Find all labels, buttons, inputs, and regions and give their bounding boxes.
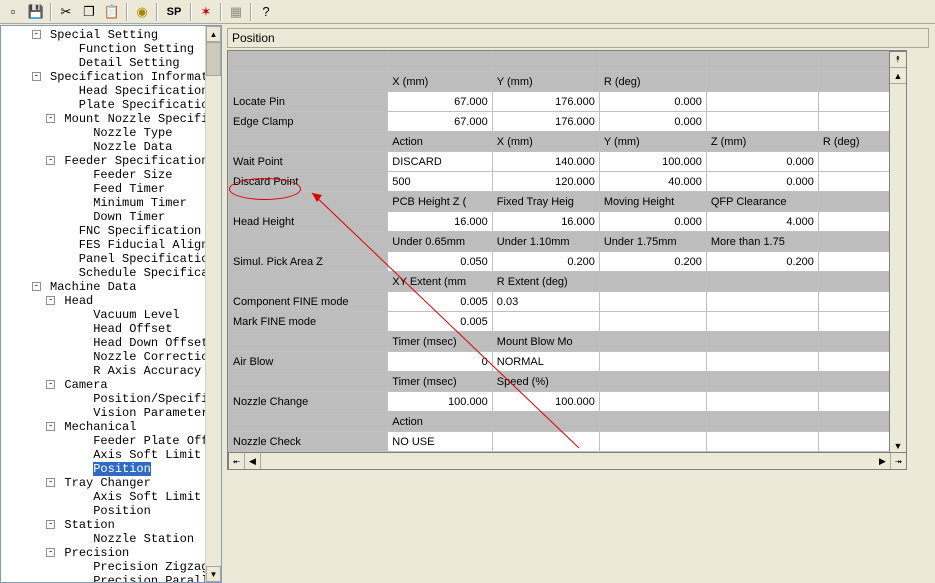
tree-item[interactable]: - Station (1, 518, 205, 532)
expand-toggle-icon[interactable]: - (46, 478, 55, 487)
grid-icon[interactable]: ▦ (225, 2, 247, 22)
col-header: X (mm) (388, 72, 493, 92)
expand-toggle-icon[interactable]: - (46, 114, 55, 123)
tree-item[interactable]: Axis Soft Limit (1, 490, 205, 504)
tree-item[interactable]: Schedule Specification (1, 266, 205, 280)
expand-toggle-icon[interactable]: - (32, 282, 41, 291)
tree-item[interactable]: - Head (1, 294, 205, 308)
main-toolbar: ▫ 💾 ✂ ❐ 📋 ◉ SP ✶ ▦ ? (0, 0, 935, 24)
tree-item[interactable]: Feed Timer (1, 182, 205, 196)
tree-item[interactable]: Feeder Size (1, 168, 205, 182)
arrow-left-full-icon[interactable]: ⯬ (229, 453, 245, 469)
tree-item[interactable]: Position/Specificatio (1, 392, 205, 406)
tree-item[interactable]: Down Timer (1, 210, 205, 224)
position-grid[interactable]: X (mm) Y (mm) R (deg) Locate Pin 67.000 … (227, 50, 907, 470)
tree-item[interactable]: Precision Parallel (1, 574, 205, 582)
tree-item[interactable]: - Machine Data (1, 280, 205, 294)
cut-icon[interactable]: ✂ (55, 2, 77, 22)
tree-item[interactable]: Head Offset (1, 322, 205, 336)
expand-toggle-icon[interactable]: - (46, 422, 55, 431)
expand-toggle-icon[interactable]: - (46, 520, 55, 529)
arrow-right-full-icon[interactable]: ⯮ (891, 453, 907, 469)
grid-vscroll[interactable]: ⯭ ▲ ▼ ⯯ (889, 51, 907, 470)
save-icon[interactable]: 💾 (25, 2, 47, 22)
nav-tree: - Special Setting Function Setting Detai… (0, 25, 222, 583)
tree-item[interactable]: Vision Parameter (1, 406, 205, 420)
tree-item[interactable]: - Precision (1, 546, 205, 560)
tree-item[interactable]: Function Setting (1, 42, 205, 56)
grid-hscroll[interactable]: ⯬ ◀ ▶ ⯮ (228, 452, 907, 470)
tree-item[interactable]: Vacuum Level (1, 308, 205, 322)
tree-item[interactable]: Position (1, 504, 205, 518)
expand-toggle-icon[interactable]: - (32, 72, 41, 81)
tree-item[interactable]: - Mechanical (1, 420, 205, 434)
expand-toggle-icon[interactable]: - (32, 30, 41, 39)
arrow-left-icon[interactable]: ◀ (245, 453, 261, 469)
tree-scrollbar[interactable]: ▲ ▼ (205, 26, 221, 582)
arrow-up-icon[interactable]: ▲ (890, 68, 906, 84)
tree-item[interactable]: Nozzle Correction (1, 350, 205, 364)
tree-item[interactable]: Head Down Offset (1, 336, 205, 350)
tree-item[interactable]: FNC Specification (1, 224, 205, 238)
tree-item[interactable]: Minimum Timer (1, 196, 205, 210)
tree-item[interactable]: - Mount Nozzle Specificati (1, 112, 205, 126)
bug-icon[interactable]: ✶ (195, 2, 217, 22)
tree-item[interactable]: Nozzle Type (1, 126, 205, 140)
tree-item[interactable]: - Feeder Specification (1, 154, 205, 168)
tree-item[interactable]: - Tray Changer (1, 476, 205, 490)
scroll-up-icon[interactable]: ▲ (206, 26, 221, 42)
tree-item[interactable]: Panel Specification (1, 252, 205, 266)
tree-item[interactable]: - Camera (1, 378, 205, 392)
scroll-thumb[interactable] (206, 42, 221, 76)
arrow-right-icon[interactable]: ▶ (875, 453, 891, 469)
expand-toggle-icon[interactable]: - (46, 296, 55, 305)
scroll-down-icon[interactable]: ▼ (206, 566, 221, 582)
wait-point-label: Wait Point (229, 152, 388, 172)
tree-item[interactable]: - Specification Information (1, 70, 205, 84)
gear-icon[interactable]: ◉ (131, 2, 153, 22)
tree-item[interactable]: Head Specification (1, 84, 205, 98)
expand-toggle-icon[interactable]: - (46, 156, 55, 165)
tree-item[interactable]: Feeder Plate Offset (1, 434, 205, 448)
sp-button[interactable]: SP (161, 2, 187, 22)
tree-item[interactable]: R Axis Accuracy (1, 364, 205, 378)
row-label: Locate Pin (229, 92, 388, 112)
arrow-up-full-icon[interactable]: ⯭ (890, 52, 906, 68)
tree-item[interactable]: Position (1, 462, 205, 476)
tree-item[interactable]: - Special Setting (1, 28, 205, 42)
panel-title: Position (227, 28, 929, 48)
tree-item[interactable]: Axis Soft Limit (1, 448, 205, 462)
help-icon[interactable]: ? (255, 2, 277, 22)
paste-icon[interactable]: 📋 (101, 2, 123, 22)
tree-item[interactable]: FES Fiducial Alignment (1, 238, 205, 252)
copy-icon[interactable]: ❐ (78, 2, 100, 22)
expand-toggle-icon[interactable]: - (46, 380, 55, 389)
tree-item[interactable]: Nozzle Data (1, 140, 205, 154)
expand-toggle-icon[interactable]: - (46, 548, 55, 557)
tree-item[interactable]: Nozzle Station (1, 532, 205, 546)
new-icon[interactable]: ▫ (2, 2, 24, 22)
cell[interactable]: 67.000 (388, 92, 493, 112)
tree-item[interactable]: Detail Setting (1, 56, 205, 70)
tree-item[interactable]: Precision Zigzag (1, 560, 205, 574)
tree-item[interactable]: Plate Specification (1, 98, 205, 112)
